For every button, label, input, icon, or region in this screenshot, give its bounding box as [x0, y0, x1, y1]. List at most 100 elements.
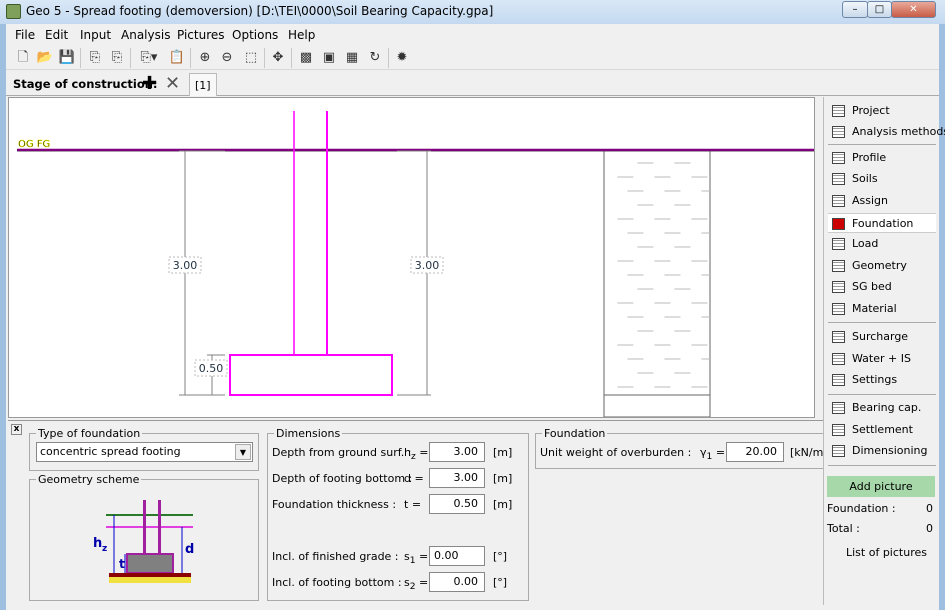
unit-label: [m] [493, 498, 513, 511]
dim-thickness-label: 0.50 [199, 362, 224, 375]
footing-drawing [229, 111, 393, 396]
sidebar-item-settings[interactable]: Settings [828, 370, 936, 390]
dimension-input[interactable]: 0.00 [429, 572, 485, 592]
settings-sun-icon[interactable]: ✹ [393, 49, 411, 67]
toolbar: 🗋 📂 💾 ⎘ ⎘ ⎘▾ 📋 ⊕ ⊖ ⬚ ✥ ▩ ▣ ▦ ↻ ✹ [6, 46, 939, 70]
sidebar-item-water-is[interactable]: Water + IS [828, 349, 936, 369]
zoom-window-icon[interactable]: ⬚ [242, 49, 260, 67]
pan-icon[interactable]: ✥ [269, 49, 287, 67]
chevron-down-icon[interactable]: ▼ [235, 444, 251, 460]
dimension-input[interactable]: 3.00 [429, 468, 485, 488]
sidebar-item-dimensioning[interactable]: Dimensioning [828, 441, 936, 461]
unit-label: [°] [493, 550, 508, 563]
sidebar-item-soils[interactable]: Soils [828, 169, 936, 189]
dimension-lines [179, 150, 431, 396]
foundation-pictures-label: Foundation : [827, 502, 896, 515]
ground-label: OG FG [18, 139, 50, 150]
sidebar-item-load[interactable]: Load [828, 234, 936, 254]
soils-icon [832, 173, 845, 185]
open-icon[interactable]: 📂 [36, 49, 54, 67]
menu-file[interactable]: File [15, 28, 35, 42]
water-is-icon [832, 353, 845, 365]
sidebar-divider [828, 465, 936, 466]
unit-label: [°] [493, 576, 508, 589]
sidebar-item-project[interactable]: Project [828, 101, 936, 121]
paste-icon[interactable]: 📋 [168, 49, 186, 67]
rotate-view-icon[interactable]: ↻ [366, 49, 384, 67]
dimension-input[interactable]: 3.00 [429, 442, 485, 462]
app-icon [6, 4, 21, 19]
maximize-button[interactable]: □ [867, 1, 892, 18]
t-label: t [119, 557, 125, 571]
unit-label: [m] [493, 446, 513, 459]
sidebar-item-label: Settings [852, 373, 898, 386]
sidebar-item-surcharge[interactable]: Surcharge [828, 327, 936, 347]
sidebar-item-sg-bed[interactable]: SG bed [828, 277, 936, 297]
menu-input[interactable]: Input [80, 28, 111, 42]
sidebar-item-settlement[interactable]: Settlement [828, 420, 936, 440]
bearing-cap-icon [832, 402, 845, 414]
sidebar-item-label: Geometry [852, 259, 907, 272]
dimensioning-icon [832, 445, 845, 457]
sidebar-item-geometry[interactable]: Geometry [828, 256, 936, 276]
zoom-out-icon[interactable]: ⊖ [218, 49, 236, 67]
add-stage-icon[interactable]: ✚ [142, 73, 157, 94]
sidebar-item-label: Dimensioning [852, 444, 928, 457]
sidebar-item-material[interactable]: Material [828, 299, 936, 319]
unit-weight-input[interactable]: 20.00 [726, 442, 784, 462]
new-icon[interactable]: 🗋 [14, 49, 32, 67]
sidebar-item-label: SG bed [852, 280, 892, 293]
sidebar-item-bearing-cap[interactable]: Bearing cap. [828, 398, 936, 418]
zoom-in-icon[interactable]: ⊕ [196, 49, 214, 67]
view-frame-icon[interactable]: ▣ [320, 49, 338, 67]
type-of-foundation-group: Type of foundation concentric spread foo… [29, 427, 259, 471]
menu-options[interactable]: Options [232, 28, 278, 42]
analysis-methods-icon [832, 126, 845, 138]
stage-label: Stage of construction: [13, 77, 158, 91]
menu-pictures[interactable]: Pictures [177, 28, 225, 42]
sidebar-item-label: Surcharge [852, 330, 909, 343]
sidebar-item-profile[interactable]: Profile [828, 148, 936, 168]
paste-data-icon[interactable]: ⎘ [108, 49, 126, 67]
toolbar-separator [130, 48, 131, 68]
view-all-icon[interactable]: ▩ [297, 49, 315, 67]
dimension-input[interactable]: 0.50 [429, 494, 485, 514]
copy-picture-icon[interactable]: ⎘▾ [136, 49, 162, 67]
dimension-label: Incl. of footing bottom : [272, 576, 402, 589]
menu-analysis[interactable]: Analysis [121, 28, 170, 42]
copy-data-icon[interactable]: ⎘ [86, 49, 104, 67]
stage-tab-1[interactable]: [1] [189, 73, 217, 96]
dimension-label: Depth from ground surf. : [272, 446, 412, 459]
group-title: Dimensions [274, 427, 343, 440]
group-title: Type of foundation [36, 427, 143, 440]
group-title: Foundation [542, 427, 608, 440]
remove-stage-icon[interactable]: ✕ [165, 73, 180, 94]
dimension-input[interactable]: 0.00 [429, 546, 485, 566]
drawing-canvas[interactable]: OG FG 3.00 3.00 0.50 [8, 97, 815, 418]
sidebar-item-label: Settlement [852, 423, 913, 436]
sidebar-item-label: Material [852, 302, 897, 315]
list-of-pictures-button[interactable]: List of pictures [846, 546, 927, 559]
view-fill-icon[interactable]: ▦ [343, 49, 361, 67]
dimension-label: Depth of footing bottom : [272, 472, 413, 485]
dimension-symbol: d = [404, 472, 424, 485]
sidebar-item-assign[interactable]: Assign [828, 191, 936, 211]
sidebar-item-analysis-methods[interactable]: Analysis methods [828, 122, 945, 142]
close-button[interactable]: ✕ [891, 1, 936, 18]
d-label: d [185, 542, 194, 557]
settings-icon [832, 374, 845, 386]
foundation-type-select[interactable]: concentric spread footing ▼ [36, 442, 253, 462]
foundation-group: Foundation Unit weight of overburden : γ… [535, 427, 828, 469]
surcharge-icon [832, 331, 845, 343]
dimension-symbol: t = [404, 498, 422, 511]
dimension-labels: 3.00 3.00 0.50 [168, 256, 444, 377]
menu-edit[interactable]: Edit [45, 28, 68, 42]
toolbar-separator [388, 48, 389, 68]
add-picture-button[interactable]: Add picture [827, 476, 935, 497]
save-icon[interactable]: 💾 [58, 49, 76, 67]
close-panel-button[interactable]: x [11, 424, 22, 435]
sidebar-item-foundation[interactable]: Foundation [828, 213, 936, 233]
minimize-button[interactable]: – [842, 1, 868, 18]
sidebar-item-label: Analysis methods [852, 125, 945, 138]
menu-help[interactable]: Help [288, 28, 315, 42]
